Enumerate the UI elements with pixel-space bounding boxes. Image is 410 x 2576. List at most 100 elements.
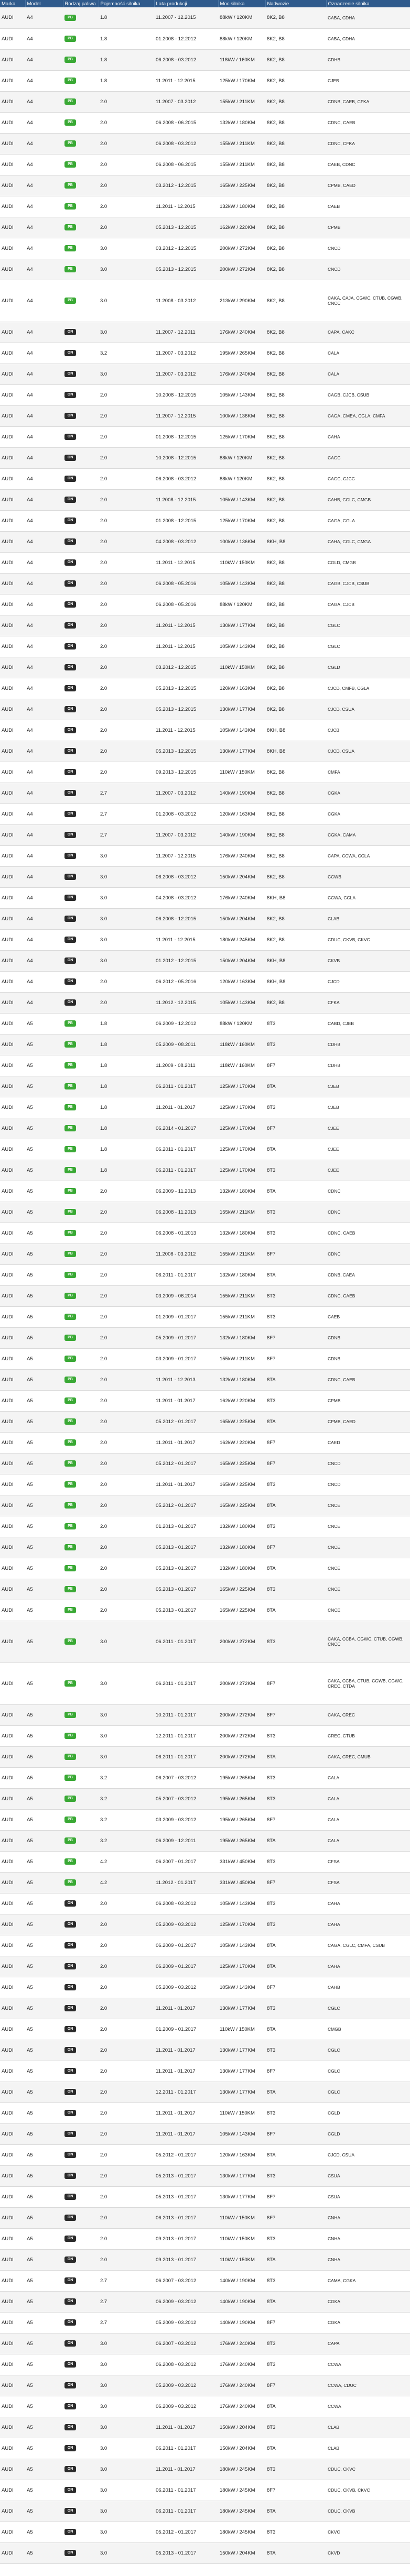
- table-row[interactable]: AUDI A4 PB 2.0 06.2008 - 06.2015 132kW / 180K…: [0, 112, 410, 133]
- table-row[interactable]: AUDI A4 ON 3.0 11.2007 - 12.2015 176kW / 240K…: [0, 845, 410, 866]
- table-row[interactable]: AUDI A5 PB 2.0 11.2011 - 01.2017 162kW / 220K…: [0, 1432, 410, 1453]
- table-row[interactable]: AUDI A5 PB 3.0 06.2011 - 01.2017 200kW / 272K…: [0, 1746, 410, 1767]
- table-row[interactable]: AUDI A5 PB 4.2 11.2012 - 01.2017 331kW / 450K…: [0, 1872, 410, 1893]
- table-row[interactable]: AUDI A4 PB 1.8 06.2008 - 03.2012 118kW / 160K…: [0, 49, 410, 70]
- table-row[interactable]: AUDI A4 PB 1.8 11.2011 - 12.2015 125kW / 170K…: [0, 70, 410, 91]
- table-row[interactable]: AUDI A4 ON 2.0 05.2013 - 12.2015 120kW / 163K…: [0, 678, 410, 699]
- table-row[interactable]: AUDI A4 ON 3.0 06.2008 - 03.2012 150kW / 204K…: [0, 866, 410, 887]
- table-row[interactable]: AUDI A5 PB 2.0 11.2011 - 12.2013 132kW / 180K…: [0, 1369, 410, 1390]
- table-row[interactable]: AUDI A5 ON 2.0 01.2009 - 01.2017 110kW / 150K…: [0, 2019, 410, 2040]
- table-row[interactable]: AUDI A4 ON 2.7 11.2007 - 03.2012 140kW / 190K…: [0, 824, 410, 845]
- table-row[interactable]: AUDI A5 ON 3.0 05.2009 - 03.2012 176kW / 240K…: [0, 2375, 410, 2396]
- table-row[interactable]: AUDI A4 ON 2.0 03.2012 - 12.2015 110kW / 150K…: [0, 657, 410, 678]
- table-row[interactable]: AUDI A5 PB 2.0 06.2008 - 01.2013 132kW / 180K…: [0, 1223, 410, 1243]
- table-row[interactable]: AUDI A5 ON 2.7 05.2009 - 03.2012 140kW / 190K…: [0, 2312, 410, 2333]
- table-row[interactable]: AUDI A5 ON 2.0 05.2009 - 03.2012 105kW / 143K…: [0, 1977, 410, 1998]
- table-row[interactable]: AUDI A5 ON 2.0 06.2009 - 01.2017 105kW / 143K…: [0, 1935, 410, 1956]
- table-row[interactable]: AUDI A5 PB 2.0 05.2012 - 01.2017 165kW / 225K…: [0, 1411, 410, 1432]
- table-row[interactable]: AUDI A5 ON 2.0 06.2009 - 01.2017 125kW / 170K…: [0, 1956, 410, 1977]
- table-row[interactable]: AUDI A5 PB 2.0 01.2009 - 01.2017 155kW / 211K…: [0, 1306, 410, 1327]
- table-row[interactable]: AUDI A4 ON 2.0 06.2008 - 05.2016 88kW / 120KM…: [0, 594, 410, 615]
- table-row[interactable]: AUDI A5 ON 2.0 11.2011 - 01.2017 105kW / 143K…: [0, 2123, 410, 2144]
- table-row[interactable]: AUDI A5 PB 1.8 06.2009 - 12.2012 88kW / 120KM…: [0, 1013, 410, 1034]
- table-row[interactable]: AUDI A5 PB 1.8 06.2014 - 01.2017 125kW / 170K…: [0, 1118, 410, 1139]
- table-row[interactable]: AUDI A4 ON 2.0 09.2013 - 12.2015 110kW / 150K…: [0, 762, 410, 783]
- table-row[interactable]: AUDI A4 ON 2.0 10.2008 - 12.2015 88kW / 120KM…: [0, 447, 410, 468]
- table-row[interactable]: AUDI A5 ON 3.0 06.2011 - 01.2017 150kW / 204K…: [0, 2438, 410, 2459]
- table-row[interactable]: AUDI A4 ON 2.0 06.2008 - 03.2012 88kW / 120KM…: [0, 468, 410, 489]
- table-row[interactable]: AUDI A5 ON 2.0 11.2011 - 01.2017 130kW / 177K…: [0, 2040, 410, 2061]
- table-row[interactable]: AUDI A5 PB 3.2 03.2009 - 03.2012 195kW / 265K…: [0, 1809, 410, 1830]
- table-row[interactable]: AUDI A5 ON 3.0 06.2007 - 03.2012 176kW / 240K…: [0, 2333, 410, 2354]
- table-row[interactable]: AUDI A5 PB 1.8 05.2009 - 08.2011 118kW / 160K…: [0, 1034, 410, 1055]
- table-row[interactable]: AUDI A4 PB 3.0 05.2013 - 12.2015 200kW / 272K…: [0, 259, 410, 280]
- table-row[interactable]: AUDI A5 ON 2.0 12.2011 - 01.2017 130kW / 177K…: [0, 2082, 410, 2102]
- table-row[interactable]: AUDI A4 ON 2.0 04.2008 - 03.2012 100kW / 136K…: [0, 531, 410, 552]
- table-row[interactable]: AUDI A5 PB 2.0 01.2013 - 01.2017 132kW / 180K…: [0, 1516, 410, 1537]
- table-row[interactable]: AUDI A4 ON 2.0 11.2011 - 12.2015 105kW / 143K…: [0, 720, 410, 741]
- table-row[interactable]: AUDI A5 PB 3.2 06.2007 - 03.2012 195kW / 265K…: [0, 1767, 410, 1788]
- table-row[interactable]: AUDI A5 ON 3.0 06.2011 - 01.2017 180kW / 245K…: [0, 2501, 410, 2522]
- table-row[interactable]: AUDI A5 PB 2.0 06.2009 - 11.2013 132kW / 180K…: [0, 1181, 410, 1202]
- table-row[interactable]: AUDI A4 ON 3.0 11.2007 - 03.2012 176kW / 240K…: [0, 364, 410, 384]
- table-row[interactable]: AUDI A5 PB 3.0 12.2011 - 01.2017 200kW / 272K…: [0, 1725, 410, 1746]
- table-row[interactable]: AUDI A5 ON 2.0 11.2011 - 01.2017 130kW / 177K…: [0, 1998, 410, 2019]
- table-row[interactable]: AUDI A4 PB 2.0 06.2008 - 06.2015 155kW / 211K…: [0, 154, 410, 175]
- table-row[interactable]: AUDI A5 PB 2.0 05.2013 - 01.2017 132kW / 180K…: [0, 1537, 410, 1558]
- table-row[interactable]: AUDI A5 ON 2.0 05.2012 - 01.2017 120kW / 163K…: [0, 2144, 410, 2165]
- table-row[interactable]: AUDI A4 ON 2.0 11.2011 - 12.2015 105kW / 143K…: [0, 636, 410, 657]
- table-row[interactable]: AUDI A5 PB 3.0 06.2011 - 01.2017 200kW / 272K…: [0, 1663, 410, 1704]
- table-row[interactable]: AUDI A5 ON 2.7 06.2007 - 03.2012 140kW / 190K…: [0, 2270, 410, 2291]
- table-row[interactable]: AUDI A5 ON 3.0 05.2012 - 01.2017 180kW / 245K…: [0, 2522, 410, 2542]
- table-row[interactable]: AUDI A5 PB 1.8 06.2011 - 01.2017 125kW / 170K…: [0, 1076, 410, 1097]
- table-row[interactable]: AUDI A5 ON 2.0 05.2013 - 01.2017 130kW / 177K…: [0, 2186, 410, 2207]
- table-row[interactable]: AUDI A4 PB 1.8 01.2008 - 12.2012 88kW / 120KM…: [0, 28, 410, 49]
- table-row[interactable]: AUDI A4 PB 1.8 11.2007 - 12.2015 88kW / 120KM…: [0, 7, 410, 28]
- table-row[interactable]: AUDI A4 ON 2.0 05.2013 - 12.2015 130kW / 177K…: [0, 699, 410, 720]
- table-row[interactable]: AUDI A5 PB 3.2 05.2007 - 03.2012 195kW / 265K…: [0, 1788, 410, 1809]
- table-row[interactable]: AUDI A5 PB 2.0 06.2008 - 11.2013 155kW / 211K…: [0, 1202, 410, 1223]
- table-row[interactable]: AUDI A4 ON 2.0 11.2008 - 12.2015 105kW / 143K…: [0, 489, 410, 510]
- table-row[interactable]: AUDI A5 ON 2.0 11.2011 - 01.2017 130kW / 177K…: [0, 2061, 410, 2082]
- table-row[interactable]: AUDI A4 PB 2.0 06.2008 - 03.2012 155kW / 211K…: [0, 133, 410, 154]
- table-row[interactable]: AUDI A5 PB 2.0 03.2009 - 06.2014 155kW / 211K…: [0, 1285, 410, 1306]
- table-row[interactable]: AUDI A5 ON 2.0 05.2009 - 03.2012 125kW / 170K…: [0, 1914, 410, 1935]
- table-row[interactable]: AUDI A4 ON 2.7 01.2008 - 03.2012 120kW / 163K…: [0, 803, 410, 824]
- table-row[interactable]: AUDI A4 ON 3.0 04.2008 - 03.2012 176kW / 240K…: [0, 887, 410, 908]
- table-row[interactable]: AUDI A5 PB 2.0 05.2013 - 01.2017 165kW / 225K…: [0, 1600, 410, 1621]
- table-row[interactable]: AUDI A5 ON 2.0 11.2011 - 01.2017 110kW / 150K…: [0, 2102, 410, 2123]
- table-row[interactable]: AUDI A5 ON 3.0 06.2008 - 03.2012 176kW / 240K…: [0, 2354, 410, 2375]
- table-row[interactable]: AUDI A4 ON 3.0 11.2011 - 12.2015 180kW / 245K…: [0, 929, 410, 950]
- table-row[interactable]: AUDI A4 ON 3.2 11.2007 - 03.2012 195kW / 265K…: [0, 343, 410, 364]
- table-row[interactable]: AUDI A4 ON 2.0 11.2011 - 12.2015 110kW / 150K…: [0, 552, 410, 573]
- table-row[interactable]: AUDI A5 ON 3.0 11.2011 - 01.2017 150kW / 204K…: [0, 2417, 410, 2438]
- table-row[interactable]: AUDI A5 PB 3.2 06.2009 - 12.2011 195kW / 265K…: [0, 1830, 410, 1851]
- table-row[interactable]: AUDI A5 ON 2.0 06.2013 - 01.2017 110kW / 150K…: [0, 2207, 410, 2228]
- table-row[interactable]: AUDI A4 PB 2.0 11.2007 - 03.2012 155kW / 211K…: [0, 91, 410, 112]
- table-row[interactable]: AUDI A4 ON 2.0 06.2012 - 05.2016 120kW / 163K…: [0, 971, 410, 992]
- table-row[interactable]: AUDI A5 PB 3.0 10.2011 - 01.2017 200kW / 272K…: [0, 1704, 410, 1725]
- table-row[interactable]: AUDI A4 ON 2.0 06.2008 - 05.2016 105kW / 143K…: [0, 573, 410, 594]
- table-row[interactable]: AUDI A5 PB 3.0 06.2011 - 01.2017 200kW / 272K…: [0, 1621, 410, 1663]
- table-row[interactable]: AUDI A5 PB 1.8 06.2011 - 01.2017 125kW / 170K…: [0, 1160, 410, 1181]
- table-row[interactable]: AUDI A5 ON 2.0 09.2013 - 01.2017 110kW / 150K…: [0, 2249, 410, 2270]
- table-row[interactable]: AUDI A5 PB 1.8 06.2011 - 01.2017 125kW / 170K…: [0, 1139, 410, 1160]
- table-row[interactable]: AUDI A4 ON 2.0 01.2008 - 12.2015 125kW / 170K…: [0, 510, 410, 531]
- table-row[interactable]: AUDI A5 ON 2.0 05.2013 - 01.2017 130kW / 177K…: [0, 2165, 410, 2186]
- table-row[interactable]: AUDI A5 PB 2.0 05.2013 - 01.2017 165kW / 225K…: [0, 1579, 410, 1600]
- table-row[interactable]: AUDI A5 PB 1.8 11.2011 - 01.2017 125kW / 170K…: [0, 1097, 410, 1118]
- table-row[interactable]: AUDI A4 ON 2.0 11.2012 - 12.2015 105kW / 143K…: [0, 992, 410, 1013]
- table-row[interactable]: AUDI A4 ON 2.0 11.2011 - 12.2015 130kW / 177K…: [0, 615, 410, 636]
- table-row[interactable]: AUDI A5 ON 3.0 06.2009 - 03.2012 176kW / 240K…: [0, 2396, 410, 2417]
- table-row[interactable]: AUDI A5 PB 2.0 05.2012 - 01.2017 165kW / 225K…: [0, 1453, 410, 1474]
- table-row[interactable]: AUDI A5 ON 3.0 05.2013 - 01.2017 150kW / 204K…: [0, 2542, 410, 2563]
- table-row[interactable]: AUDI A4 ON 3.0 01.2012 - 12.2015 150kW / 204K…: [0, 950, 410, 971]
- table-row[interactable]: AUDI A5 PB 2.0 05.2009 - 01.2017 132kW / 180K…: [0, 1327, 410, 1348]
- table-row[interactable]: AUDI A4 ON 2.7 11.2007 - 03.2012 140kW / 190K…: [0, 783, 410, 803]
- table-row[interactable]: AUDI A4 PB 2.0 11.2011 - 12.2015 132kW / 180K…: [0, 196, 410, 217]
- table-row[interactable]: AUDI A5 PB 2.0 11.2011 - 01.2017 162kW / 220K…: [0, 1390, 410, 1411]
- table-row[interactable]: AUDI A5 PB 2.0 11.2008 - 03.2012 155kW / 211K…: [0, 1243, 410, 1264]
- table-row[interactable]: AUDI A4 ON 2.0 11.2007 - 12.2015 100kW / 136K…: [0, 405, 410, 426]
- table-row[interactable]: AUDI A4 ON 3.0 11.2007 - 12.2011 176kW / 240K…: [0, 322, 410, 343]
- table-row[interactable]: AUDI A4 ON 3.0 06.2008 - 12.2015 150kW / 204K…: [0, 908, 410, 929]
